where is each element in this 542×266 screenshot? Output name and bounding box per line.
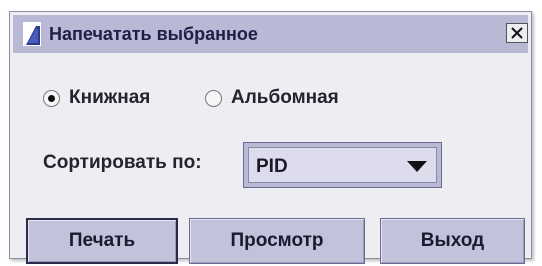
sort-by-select[interactable]: PID (243, 142, 442, 188)
radio-portrait[interactable]: Книжная (43, 86, 150, 110)
close-button[interactable] (506, 23, 528, 43)
sort-by-select-field[interactable]: PID (248, 147, 437, 183)
radio-portrait-label: Книжная (69, 87, 151, 108)
window-title: Напечатать выбранное (49, 24, 258, 44)
print-button[interactable]: Печать (26, 218, 178, 264)
print-selected-dialog: Напечатать выбранное Книжная Альбомная С… (9, 11, 532, 264)
preview-button[interactable]: Просмотр (189, 218, 365, 264)
exit-button-label: Выход (420, 230, 485, 251)
sort-by-value: PID (256, 156, 288, 177)
exit-button[interactable]: Выход (380, 218, 525, 264)
java-cup-icon (23, 22, 41, 46)
radio-button-selected[interactable] (43, 89, 60, 107)
radio-dot (48, 94, 55, 102)
radio-button-unselected[interactable] (205, 89, 222, 107)
radio-landscape[interactable]: Альбомная (205, 86, 339, 110)
sort-by-label: Сортировать по: (43, 152, 202, 173)
radio-landscape-label: Альбомная (231, 87, 339, 108)
preview-button-label: Просмотр (230, 230, 324, 251)
title-bar[interactable]: Напечатать выбранное (13, 15, 528, 53)
triangle-down-icon[interactable] (407, 161, 427, 172)
print-button-label: Печать (68, 230, 136, 251)
close-icon (511, 27, 523, 39)
